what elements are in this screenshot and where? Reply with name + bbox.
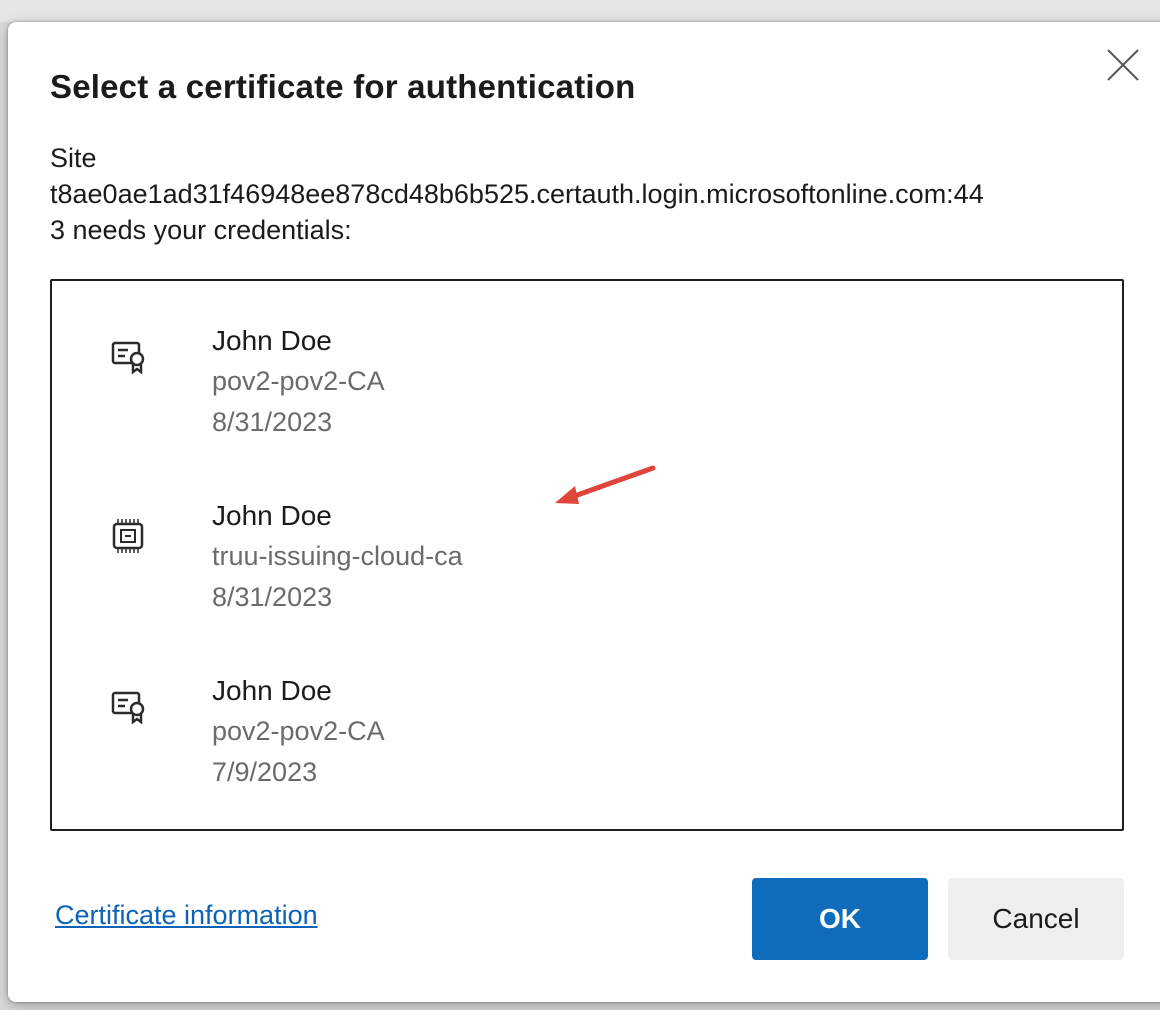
- certificate-icon: [111, 341, 145, 375]
- close-icon: [1107, 49, 1139, 81]
- certificate-date: 8/31/2023: [212, 582, 333, 612]
- certificate-issuer: pov2-pov2-CA: [212, 716, 385, 746]
- annotation-arrow: [555, 465, 656, 504]
- certificate-issuer: truu-issuing-cloud-ca: [212, 541, 463, 571]
- certificate-name: John Doe: [212, 500, 332, 531]
- background-window: [0, 0, 1160, 22]
- certificate-item[interactable]: John Doe truu-issuing-cloud-ca 8/31/2023: [52, 496, 1122, 661]
- certificate-icon: [111, 691, 145, 725]
- site-host: t8ae0ae1ad31f46948ee878cd48b6b525.certau…: [50, 179, 984, 209]
- site-credentials-note: 3 needs your credentials:: [50, 215, 352, 245]
- certificate-name: John Doe: [212, 325, 332, 356]
- dialog-title: Select a certificate for authentication: [50, 68, 636, 105]
- site-label: Site: [50, 143, 97, 173]
- certificate-date: 8/31/2023: [212, 407, 333, 437]
- ok-button[interactable]: OK: [752, 878, 928, 960]
- certificate-name: John Doe: [212, 675, 332, 706]
- cancel-button[interactable]: Cancel: [948, 878, 1124, 960]
- certificate-issuer: pov2-pov2-CA: [212, 366, 385, 396]
- certificate-list: John Doe pov2-pov2-CA 8/31/2023 John Doe…: [50, 279, 1124, 831]
- site-description: Site t8ae0ae1ad31f46948ee878cd48b6b525.c…: [50, 140, 1120, 248]
- smartcard-chip-icon: [112, 519, 144, 553]
- certificate-item[interactable]: John Doe pov2-pov2-CA 7/9/2023: [52, 671, 1122, 836]
- close-button[interactable]: [1104, 46, 1144, 86]
- certificate-date: 7/9/2023: [212, 757, 318, 787]
- certificate-information-link[interactable]: Certificate information: [55, 900, 318, 931]
